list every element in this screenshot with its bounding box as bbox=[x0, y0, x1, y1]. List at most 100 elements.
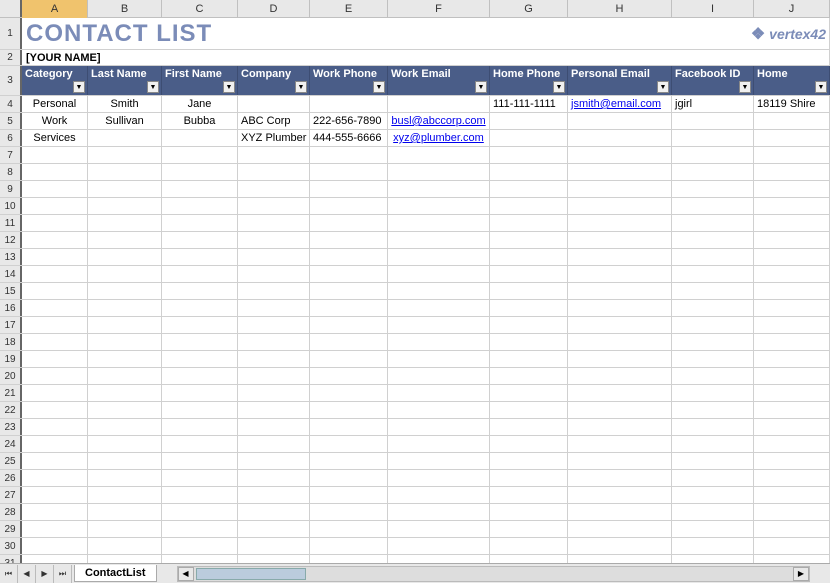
cell-fb[interactable] bbox=[672, 453, 754, 469]
cell-category[interactable] bbox=[22, 232, 88, 248]
cell-category[interactable] bbox=[22, 402, 88, 418]
cell-hphone[interactable] bbox=[490, 504, 568, 520]
cell-fb[interactable] bbox=[672, 266, 754, 282]
cell-last[interactable] bbox=[88, 181, 162, 197]
cell-first[interactable] bbox=[162, 470, 238, 486]
cell-last[interactable] bbox=[88, 368, 162, 384]
cell-home[interactable] bbox=[754, 215, 830, 231]
row-number[interactable]: 29 bbox=[0, 521, 22, 537]
cell-wemail[interactable] bbox=[388, 266, 490, 282]
cell-company[interactable] bbox=[238, 538, 310, 554]
cell-hphone[interactable] bbox=[490, 470, 568, 486]
cell-hphone[interactable] bbox=[490, 215, 568, 231]
cell-wphone[interactable] bbox=[310, 385, 388, 401]
cell-home[interactable] bbox=[754, 504, 830, 520]
cell-home[interactable] bbox=[754, 181, 830, 197]
cell-company[interactable] bbox=[238, 266, 310, 282]
cell-hphone[interactable] bbox=[490, 521, 568, 537]
row-number[interactable]: 13 bbox=[0, 249, 22, 265]
cell-first[interactable]: Bubba bbox=[162, 113, 238, 129]
cell-company[interactable] bbox=[238, 487, 310, 503]
cell-first[interactable] bbox=[162, 487, 238, 503]
cell-last[interactable]: Smith bbox=[88, 96, 162, 112]
cell-first[interactable] bbox=[162, 368, 238, 384]
cell-pemail[interactable] bbox=[568, 470, 672, 486]
cell-home[interactable] bbox=[754, 470, 830, 486]
cell-home[interactable] bbox=[754, 521, 830, 537]
cell-wphone[interactable] bbox=[310, 521, 388, 537]
cell-first[interactable] bbox=[162, 198, 238, 214]
cell-fb[interactable] bbox=[672, 232, 754, 248]
cell-wemail[interactable] bbox=[388, 504, 490, 520]
cell-home[interactable]: 18119 Shire bbox=[754, 96, 830, 112]
cell-wemail[interactable]: busl@abccorp.com bbox=[388, 113, 490, 129]
cell-home[interactable] bbox=[754, 130, 830, 146]
cell-pemail[interactable] bbox=[568, 487, 672, 503]
cell-fb[interactable] bbox=[672, 402, 754, 418]
cell-hphone[interactable] bbox=[490, 487, 568, 503]
cell-category[interactable] bbox=[22, 368, 88, 384]
cell-hphone[interactable] bbox=[490, 538, 568, 554]
cell-wemail[interactable] bbox=[388, 300, 490, 316]
column-header-E[interactable]: E bbox=[310, 0, 388, 18]
cell-fb[interactable] bbox=[672, 198, 754, 214]
cell-last[interactable] bbox=[88, 317, 162, 333]
cell-first[interactable] bbox=[162, 538, 238, 554]
row-number[interactable]: 10 bbox=[0, 198, 22, 214]
cell-company[interactable] bbox=[238, 436, 310, 452]
cell-category[interactable] bbox=[22, 181, 88, 197]
row-number[interactable]: 15 bbox=[0, 283, 22, 299]
tab-nav-last[interactable]: ⏭ bbox=[54, 565, 72, 583]
cell-pemail[interactable] bbox=[568, 504, 672, 520]
cell-first[interactable] bbox=[162, 266, 238, 282]
cell-first[interactable] bbox=[162, 436, 238, 452]
horizontal-scrollbar[interactable]: ◀ ▶ bbox=[177, 566, 811, 582]
row-number[interactable]: 17 bbox=[0, 317, 22, 333]
cell-company[interactable] bbox=[238, 232, 310, 248]
row-number[interactable]: 12 bbox=[0, 232, 22, 248]
column-header-F[interactable]: F bbox=[388, 0, 490, 18]
row-number[interactable]: 26 bbox=[0, 470, 22, 486]
cell-hphone[interactable] bbox=[490, 317, 568, 333]
cell-category[interactable] bbox=[22, 521, 88, 537]
cell-company[interactable] bbox=[238, 300, 310, 316]
cell-first[interactable] bbox=[162, 351, 238, 367]
cell-category[interactable] bbox=[22, 419, 88, 435]
cell-pemail[interactable]: jsmith@email.com bbox=[568, 96, 672, 112]
filter-dropdown-icon[interactable]: ▼ bbox=[295, 81, 307, 93]
cell-category[interactable] bbox=[22, 504, 88, 520]
cell-wemail[interactable] bbox=[388, 521, 490, 537]
empty-cell[interactable] bbox=[340, 18, 598, 49]
header-work-phone[interactable]: Work Phone▼ bbox=[310, 66, 388, 95]
tab-nav-prev[interactable]: ◀ bbox=[18, 565, 36, 583]
cell-pemail[interactable] bbox=[568, 215, 672, 231]
cell-fb[interactable]: jgirl bbox=[672, 96, 754, 112]
cell-company[interactable] bbox=[238, 198, 310, 214]
cell-category[interactable] bbox=[22, 453, 88, 469]
filter-dropdown-icon[interactable]: ▼ bbox=[147, 81, 159, 93]
cell-wemail[interactable] bbox=[388, 249, 490, 265]
email-link[interactable]: xyz@plumber.com bbox=[393, 132, 484, 144]
cell-first[interactable] bbox=[162, 249, 238, 265]
cell-wphone[interactable] bbox=[310, 436, 388, 452]
cell-wphone[interactable] bbox=[310, 215, 388, 231]
cell-first[interactable] bbox=[162, 130, 238, 146]
row-number[interactable]: 27 bbox=[0, 487, 22, 503]
cell-last[interactable] bbox=[88, 453, 162, 469]
cell-wphone[interactable] bbox=[310, 300, 388, 316]
cell-wphone[interactable] bbox=[310, 504, 388, 520]
row-number[interactable]: 22 bbox=[0, 402, 22, 418]
cell-category[interactable] bbox=[22, 436, 88, 452]
cell-category[interactable] bbox=[22, 283, 88, 299]
row-number[interactable]: 24 bbox=[0, 436, 22, 452]
cell-home[interactable] bbox=[754, 385, 830, 401]
header-home-phone[interactable]: Home Phone▼ bbox=[490, 66, 568, 95]
cell-category[interactable] bbox=[22, 147, 88, 163]
cell-company[interactable] bbox=[238, 402, 310, 418]
cell-hphone[interactable] bbox=[490, 198, 568, 214]
header-first-name[interactable]: First Name▼ bbox=[162, 66, 238, 95]
cell-category[interactable] bbox=[22, 351, 88, 367]
filter-dropdown-icon[interactable]: ▼ bbox=[73, 81, 85, 93]
cell-category[interactable] bbox=[22, 470, 88, 486]
cell-wemail[interactable] bbox=[388, 181, 490, 197]
